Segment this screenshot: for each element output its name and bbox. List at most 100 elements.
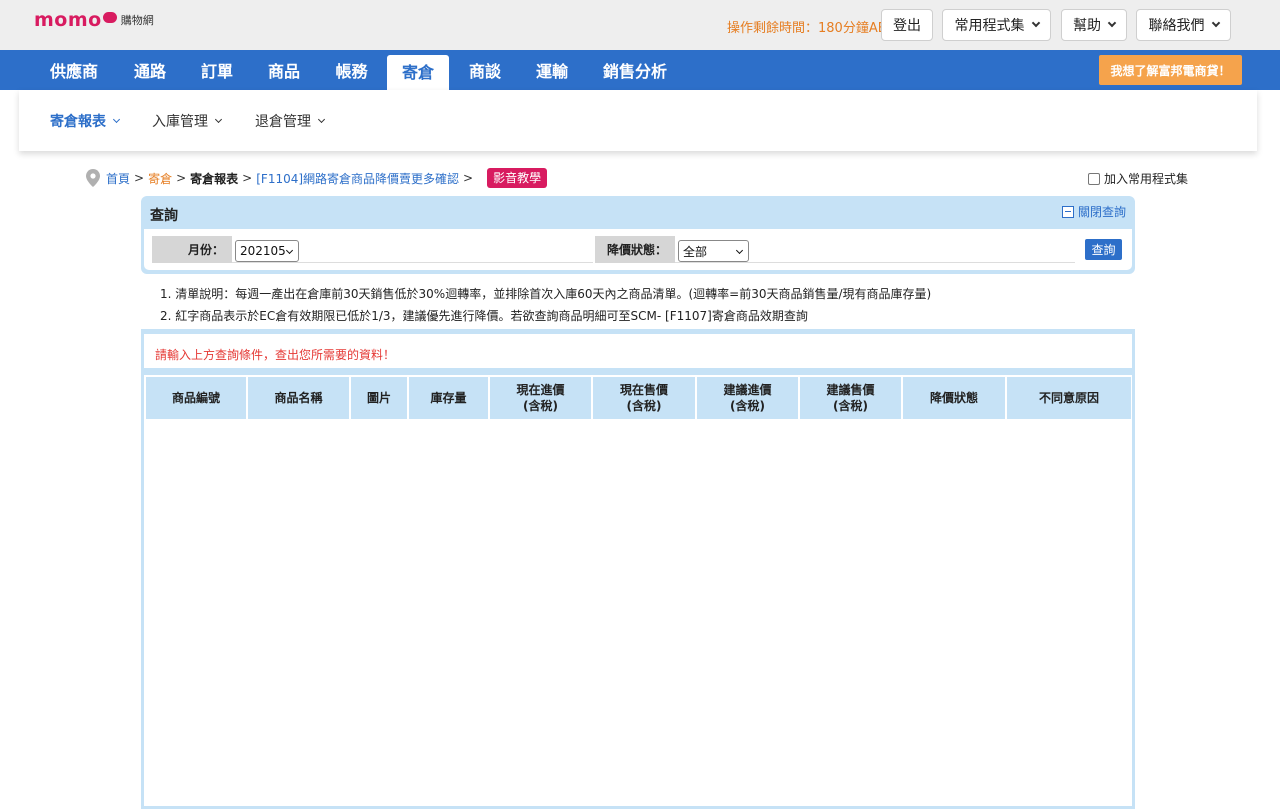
column-header: 圖片: [351, 377, 407, 419]
month-field: 202105: [232, 236, 593, 263]
note-item: 1. 清單說明：每週一產出在倉庫前30天銷售低於30%迴轉率，並排除首次入庫60…: [160, 287, 932, 301]
logo-bubble-icon: [102, 11, 117, 23]
video-tutorial-button[interactable]: 影音教學: [487, 168, 548, 188]
breadcrumb-separator: >: [463, 171, 474, 185]
add-favorite-checkbox[interactable]: 加入常用程式集: [1088, 170, 1188, 187]
subnav-item-consignment-reports[interactable]: 寄倉報表: [50, 111, 121, 131]
column-header-line1: 圖片: [366, 391, 391, 405]
session-countdown: 操作剩餘時間：180分鐘AE: [727, 21, 886, 36]
query-form: 月份： 202105 降價狀態： 全部 查詢: [144, 229, 1132, 270]
location-pin-icon: [86, 169, 100, 187]
logout-label: 登出: [893, 18, 921, 34]
nav-item-suppliers[interactable]: 供應商: [34, 50, 114, 90]
chevron-down-icon: [317, 115, 326, 123]
column-header-line1: 建議售價: [826, 383, 875, 397]
chevron-down-icon: [285, 246, 294, 255]
breadcrumb-separator: >: [176, 171, 187, 185]
column-header-line2: (含稅): [730, 399, 765, 413]
nav-item-orders[interactable]: 訂單: [184, 50, 250, 90]
chevron-down-icon: [1031, 18, 1040, 28]
chevron-down-icon: [112, 115, 121, 123]
status-label: 降價狀態：: [595, 236, 675, 263]
chevron-down-icon: [1107, 18, 1117, 28]
column-header: 商品編號: [146, 377, 246, 419]
collapse-query-label: 關閉查詢: [1077, 205, 1126, 219]
favorites-label: 常用程式集: [954, 18, 1025, 34]
logo-subtitle: 購物網: [120, 14, 154, 27]
momo-logo[interactable]: momo 購物網: [34, 10, 154, 30]
nav-item-channels[interactable]: 通路: [116, 50, 184, 90]
query-panel: 查詢 關閉查詢 月份： 202105 降價狀態： 全部 查詢: [141, 196, 1135, 274]
nav-item-consignment[interactable]: 寄倉: [387, 55, 449, 90]
collapse-query-button[interactable]: 關閉查詢: [1061, 203, 1126, 220]
subnav-label: 退倉管理: [255, 114, 311, 130]
column-header-line2: (含稅): [626, 399, 662, 413]
status-field: 全部: [675, 236, 1075, 263]
query-submit-button[interactable]: 查詢: [1085, 239, 1122, 260]
loan-cta-button[interactable]: 我想了解富邦電商貸！: [1099, 55, 1242, 85]
query-title: 查詢: [150, 208, 178, 224]
results-empty-message: 請輸入上方查詢條件，查出您所需要的資料！: [155, 348, 396, 362]
column-header-line2: (含稅): [523, 399, 558, 413]
breadcrumb-separator: >: [134, 171, 145, 185]
status-select[interactable]: 全部: [678, 240, 749, 262]
column-header-line2: (含稅): [833, 399, 868, 413]
contact-label: 聯絡我們: [1148, 18, 1205, 34]
column-header: 現在進價 (含稅): [490, 377, 591, 419]
column-header-line1: 降價狀態: [929, 391, 978, 405]
column-header-line1: 商品名稱: [274, 391, 323, 405]
checkbox-icon[interactable]: [1088, 172, 1100, 185]
breadcrumb: 首頁 > 寄倉 > 寄倉報表 > [F1104]網路寄倉商品降價賣更多確認 > …: [86, 168, 548, 188]
results-divider: [144, 368, 1132, 375]
month-label: 月份：: [152, 236, 232, 263]
subnav-label: 入庫管理: [152, 114, 208, 130]
month-select-value: 202105: [240, 244, 286, 258]
notes-list: 1. 清單說明：每週一產出在倉庫前30天銷售低於30%迴轉率，並排除首次入庫60…: [160, 283, 931, 327]
contact-menu-button[interactable]: 聯絡我們: [1136, 9, 1231, 41]
breadcrumb-report: 寄倉報表: [190, 171, 239, 186]
column-header-line1: 商品編號: [171, 391, 220, 405]
logout-button[interactable]: 登出: [881, 9, 933, 41]
column-header: 現在售價 (含稅): [593, 377, 695, 419]
month-select[interactable]: 202105: [235, 240, 299, 262]
subnav-item-inbound[interactable]: 入庫管理: [152, 111, 223, 131]
help-menu-button[interactable]: 幫助: [1061, 9, 1127, 41]
chevron-down-icon: [1211, 18, 1220, 28]
chevron-down-icon: [214, 115, 223, 123]
nav-item-products[interactable]: 商品: [250, 50, 318, 90]
nav-item-accounts[interactable]: 帳務: [318, 50, 385, 90]
column-header: 商品名稱: [248, 377, 349, 419]
column-header-line1: 庫存量: [430, 391, 467, 405]
breadcrumb-current-page: [F1104]網路寄倉商品降價賣更多確認: [256, 171, 460, 186]
breadcrumb-separator: >: [242, 171, 253, 185]
nav-item-negotiation[interactable]: 商談: [451, 50, 519, 90]
column-header-line1: 建議進價: [723, 383, 772, 397]
add-favorite-label: 加入常用程式集: [1104, 172, 1189, 186]
column-header: 降價狀態: [903, 377, 1005, 419]
column-header-line1: 現在進價: [516, 383, 565, 397]
subnav-item-returns[interactable]: 退倉管理: [255, 111, 326, 131]
breadcrumb-section[interactable]: 寄倉: [148, 170, 172, 187]
column-header: 建議進價 (含稅): [697, 377, 798, 419]
column-header-line1: 不同意原因: [1038, 391, 1099, 405]
results-table-header: 商品編號 商品名稱 圖片 庫存量 現在進價 (含稅) 現在售價 (含稅) 建議進價 (…: [146, 377, 1131, 419]
results-panel: 請輸入上方查詢條件，查出您所需要的資料！ 商品編號 商品名稱 圖片 庫存量 現在…: [141, 329, 1135, 809]
nav-item-shipping[interactable]: 運輸: [519, 50, 585, 90]
subnav-label: 寄倉報表: [50, 114, 106, 130]
favorites-menu-button[interactable]: 常用程式集: [942, 9, 1051, 41]
column-header: 庫存量: [409, 377, 488, 419]
note-item: 2. 紅字商品表示於EC倉有效期限已低於1/3，建議優先進行降價。若欲查詢商品明…: [160, 309, 808, 323]
top-bar: momo 購物網 操作剩餘時間：180分鐘AE 登出 常用程式集 幫助 聯絡我們: [0, 0, 1280, 50]
help-label: 幫助: [1073, 18, 1101, 34]
main-nav: 供應商 通路 訂單 商品 帳務 寄倉 商談 運輸 銷售分析: [0, 50, 1280, 90]
logo-text: momo: [34, 9, 102, 31]
column-header: 不同意原因: [1007, 377, 1131, 419]
minus-box-icon: [1061, 205, 1074, 218]
column-header: 建議售價 (含稅): [800, 377, 901, 419]
column-header-line1: 現在售價: [619, 383, 668, 397]
sub-nav: 寄倉報表 入庫管理 退倉管理: [19, 90, 1257, 151]
chevron-down-icon: [735, 246, 744, 255]
breadcrumb-home[interactable]: 首頁: [106, 170, 130, 187]
status-select-value: 全部: [683, 244, 708, 259]
nav-item-sales-analysis[interactable]: 銷售分析: [590, 50, 680, 90]
